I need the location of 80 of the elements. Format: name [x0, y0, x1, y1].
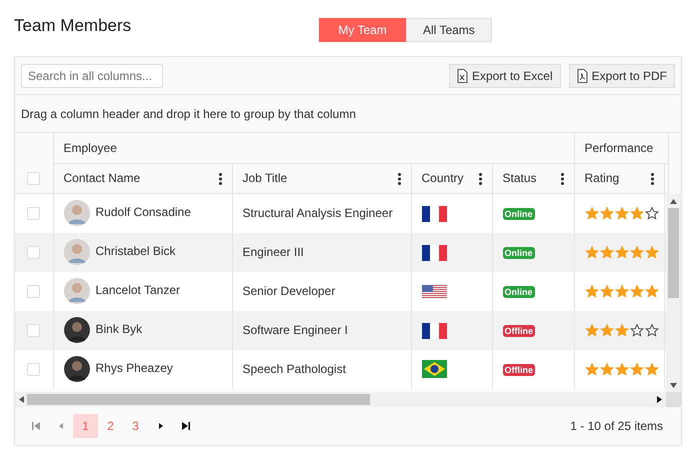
view-tab[interactable]: All Teams	[406, 18, 492, 42]
star-icon	[644, 207, 658, 220]
star-icon	[614, 207, 628, 220]
status-badge: Online	[502, 208, 535, 220]
pager-info: 1 - 10 of 25 items	[570, 418, 663, 434]
table-cell: Speech Pathologist	[232, 350, 411, 388]
column-header[interactable]: Status	[492, 163, 574, 193]
star-icon	[644, 246, 658, 260]
horizontal-scrollbar[interactable]	[15, 392, 666, 406]
avatar	[64, 200, 90, 226]
scroll-up-icon[interactable]	[670, 198, 678, 204]
column-group-header: Employee	[53, 133, 574, 163]
search-field[interactable]: Search in all columns...	[21, 64, 163, 88]
table-cell: Senior Developer	[232, 272, 411, 310]
star-icon	[614, 363, 628, 376]
column-header[interactable]: Rating	[574, 163, 664, 193]
avatar	[64, 317, 90, 343]
table-cell: Lancelot Tanzer	[53, 272, 232, 310]
star-icon	[600, 207, 614, 220]
vertical-scrollbar[interactable]	[666, 194, 681, 392]
star-icon	[584, 246, 598, 260]
star-icon	[600, 285, 614, 298]
star-icon	[630, 324, 644, 338]
table-cell: Engineer III	[232, 232, 411, 272]
flag-icon	[422, 244, 446, 261]
table-cell: Software Engineer I	[232, 310, 411, 350]
file-icon	[576, 68, 588, 82]
group-panel-hint: Drag a column header and drop it here to group by that column	[21, 106, 356, 122]
star-icon	[600, 324, 614, 338]
status-badge: Online	[502, 247, 535, 259]
status-badge: Offline	[502, 364, 535, 376]
status-badge: Offline	[502, 325, 535, 337]
select-all-checkbox[interactable]	[27, 172, 40, 184]
star-icon	[584, 285, 598, 298]
column-header[interactable]: Job Title	[232, 163, 411, 193]
star-icon	[630, 207, 644, 220]
star-icon	[630, 246, 644, 260]
flag-icon	[422, 322, 446, 339]
star-icon	[584, 363, 598, 376]
star-icon	[630, 363, 644, 376]
row-checkbox[interactable]	[27, 206, 40, 220]
scroll-down-icon[interactable]	[670, 382, 678, 388]
scroll-thumb[interactable]	[27, 394, 370, 404]
table-cell: Christabel Bick	[53, 232, 232, 272]
table-cell: Bink Byk	[53, 310, 232, 350]
file-icon	[456, 68, 468, 82]
star-icon	[644, 324, 658, 338]
flag-icon	[422, 206, 446, 222]
table-cell: Rudolf Consadine	[53, 194, 232, 232]
table-cell: Rhys Pheazey	[53, 350, 232, 388]
avatar	[64, 239, 90, 265]
column-header[interactable]: Contact Name	[53, 163, 232, 193]
star-icon	[644, 285, 658, 298]
star-icon	[614, 246, 628, 260]
star-icon	[584, 207, 598, 220]
row-checkbox[interactable]	[27, 246, 40, 258]
star-icon	[600, 363, 614, 376]
flag-icon	[422, 360, 446, 378]
column-header[interactable]: Country	[411, 163, 492, 193]
table-cell: Structural Analysis Engineer	[232, 194, 411, 232]
star-icon	[614, 324, 628, 338]
star-icon	[614, 285, 628, 298]
status-badge: Online	[502, 286, 535, 298]
column-group-header: Performance	[574, 133, 668, 163]
star-icon	[600, 246, 614, 260]
page-title: Team Members	[14, 16, 132, 36]
star-icon	[584, 324, 598, 338]
flag-icon	[422, 284, 446, 299]
row-checkbox[interactable]	[27, 324, 40, 336]
scroll-right-icon[interactable]	[657, 396, 662, 402]
avatar	[64, 356, 90, 382]
avatar	[64, 278, 90, 304]
star-icon	[630, 285, 644, 298]
scroll-left-icon[interactable]	[19, 396, 24, 402]
row-checkbox[interactable]	[27, 362, 40, 376]
row-checkbox[interactable]	[27, 284, 40, 298]
star-icon	[644, 363, 658, 376]
scroll-thumb[interactable]	[668, 208, 680, 298]
export-button[interactable]: Export to PDF	[568, 64, 675, 88]
export-button[interactable]: Export to Excel	[448, 64, 561, 88]
